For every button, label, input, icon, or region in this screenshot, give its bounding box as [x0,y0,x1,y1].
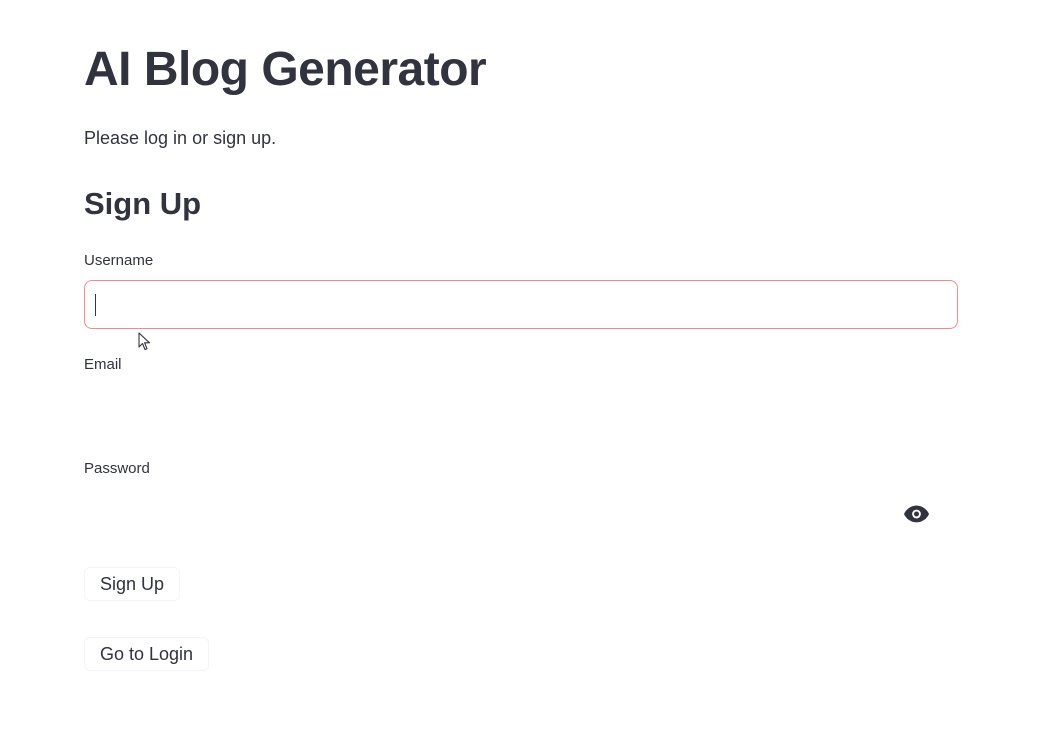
page-subtitle: Please log in or sign up. [84,128,277,148]
email-label: Email [84,356,122,373]
page: AI Blog Generator Please log in or sign … [0,0,1038,735]
email-field[interactable] [84,384,958,433]
go-to-login-button[interactable]: Go to Login [84,637,210,671]
username-label: Username [84,252,154,269]
page-title: AI Blog Generator [84,43,487,96]
signup-button[interactable]: Sign Up [84,567,181,601]
password-label: Password [84,460,150,477]
password-field[interactable] [84,489,958,538]
text-caret [95,294,96,316]
show-password-eye-icon[interactable] [904,505,929,523]
mouse-cursor-icon [138,332,151,351]
signup-heading: Sign Up [84,186,202,221]
username-field[interactable] [84,280,958,329]
